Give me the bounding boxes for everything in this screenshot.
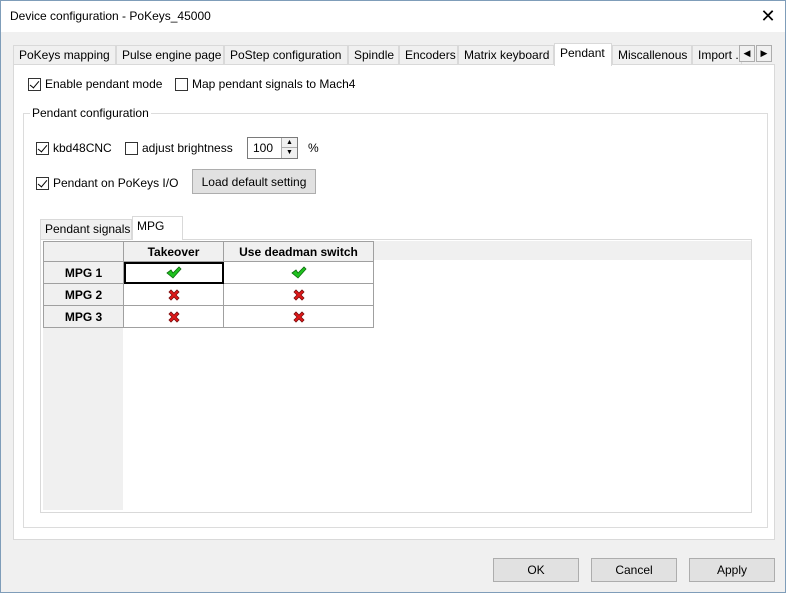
tab-encoders[interactable]: Encoders bbox=[399, 45, 458, 65]
takeover-cell-mpg-1[interactable] bbox=[123, 261, 224, 284]
cross-icon bbox=[167, 311, 180, 323]
close-icon: ✕ bbox=[760, 6, 776, 26]
check-icon bbox=[290, 266, 307, 279]
brightness-value[interactable]: 100 bbox=[253, 141, 273, 155]
checkbox-box[interactable] bbox=[28, 77, 41, 91]
group-title: Pendant configuration bbox=[30, 106, 151, 120]
column-header-use-deadman-switch[interactable]: Use deadman switch bbox=[223, 241, 374, 262]
chevron-right-icon: ▶ bbox=[760, 48, 768, 58]
tab-scroll-left-button[interactable]: ◀ bbox=[739, 45, 755, 62]
deadman-cell-mpg-2[interactable] bbox=[223, 283, 374, 306]
pendant-tab-panel: Enable pendant mode Map pendant signals … bbox=[13, 64, 775, 540]
table-header-row: Takeover Use deadman switch bbox=[43, 241, 374, 262]
table-row: MPG 1 bbox=[43, 261, 374, 284]
map-mach4-label: Map pendant signals to Mach4 bbox=[192, 77, 356, 91]
table-corner bbox=[43, 241, 124, 262]
arrow-up-icon: ▲ bbox=[286, 139, 293, 146]
adjust-brightness-label: adjust brightness bbox=[142, 141, 233, 155]
cancel-button[interactable]: Cancel bbox=[591, 558, 677, 582]
check-icon bbox=[165, 266, 182, 279]
mpg-panel: Takeover Use deadman switch MPG 1 MPG 2 … bbox=[40, 239, 752, 513]
brightness-stepper[interactable]: 100 ▲ ▼ bbox=[247, 137, 298, 159]
tab-mpg[interactable]: MPG bbox=[132, 216, 183, 240]
checkbox-box[interactable] bbox=[36, 176, 49, 190]
device-configuration-window: Device configuration - PoKeys_45000 ✕ Po… bbox=[0, 0, 786, 593]
chevron-left-icon: ◀ bbox=[743, 48, 751, 58]
enable-pendant-checkbox[interactable]: Enable pendant mode bbox=[28, 77, 162, 91]
main-tab-strip: PoKeys mapping Pulse engine page PoStep … bbox=[13, 43, 775, 66]
tab-matrix-keyboard[interactable]: Matrix keyboard bbox=[458, 45, 554, 65]
kbd48cnc-label: kbd48CNC bbox=[53, 141, 112, 155]
apply-button[interactable]: Apply bbox=[689, 558, 775, 582]
pendant-on-pokeys-io-checkbox[interactable]: Pendant on PoKeys I/O bbox=[36, 176, 178, 190]
kbd48cnc-checkbox[interactable]: kbd48CNC bbox=[36, 141, 112, 155]
tab-spindle[interactable]: Spindle bbox=[348, 45, 399, 65]
pendant-on-pokeys-io-label: Pendant on PoKeys I/O bbox=[53, 176, 179, 190]
arrow-down-icon: ▼ bbox=[286, 149, 293, 156]
enable-pendant-label: Enable pendant mode bbox=[45, 77, 163, 91]
deadman-cell-mpg-3[interactable] bbox=[223, 305, 374, 328]
deadman-cell-mpg-1[interactable] bbox=[223, 261, 374, 284]
mpg-table: Takeover Use deadman switch MPG 1 MPG 2 … bbox=[43, 241, 374, 328]
close-button[interactable]: ✕ bbox=[751, 1, 785, 32]
checkbox-box[interactable] bbox=[125, 141, 138, 155]
column-header-takeover[interactable]: Takeover bbox=[123, 241, 224, 262]
tab-miscallenous[interactable]: Miscallenous bbox=[612, 45, 692, 65]
title-bar: Device configuration - PoKeys_45000 ✕ bbox=[1, 1, 785, 32]
mpg-grid: Takeover Use deadman switch MPG 1 MPG 2 … bbox=[43, 241, 751, 510]
tab-import[interactable]: Import ... bbox=[692, 45, 742, 65]
map-mach4-checkbox[interactable]: Map pendant signals to Mach4 bbox=[175, 77, 355, 91]
percent-label: % bbox=[308, 141, 319, 155]
row-header-mpg-1[interactable]: MPG 1 bbox=[43, 261, 124, 284]
row-header-mpg-2[interactable]: MPG 2 bbox=[43, 283, 124, 306]
row-header-mpg-3[interactable]: MPG 3 bbox=[43, 305, 124, 328]
checkbox-box[interactable] bbox=[36, 141, 49, 155]
table-row: MPG 3 bbox=[43, 305, 374, 328]
takeover-cell-mpg-2[interactable] bbox=[123, 283, 224, 306]
cross-icon bbox=[167, 289, 180, 301]
cross-icon bbox=[292, 311, 305, 323]
tab-pendant[interactable]: Pendant bbox=[554, 43, 612, 66]
load-default-setting-button[interactable]: Load default setting bbox=[192, 169, 316, 194]
stepper-up-button[interactable]: ▲ bbox=[281, 138, 297, 148]
adjust-brightness-checkbox[interactable]: adjust brightness bbox=[125, 141, 233, 155]
cross-icon bbox=[292, 289, 305, 301]
stepper-down-button[interactable]: ▼ bbox=[281, 148, 297, 158]
tab-pendant-signals[interactable]: Pendant signals bbox=[40, 219, 132, 239]
ok-button[interactable]: OK bbox=[493, 558, 579, 582]
tab-pokeys-mapping[interactable]: PoKeys mapping bbox=[13, 45, 116, 65]
takeover-cell-mpg-3[interactable] bbox=[123, 305, 224, 328]
tab-scroll-right-button[interactable]: ▶ bbox=[756, 45, 772, 62]
sub-tab-strip: Pendant signals MPG bbox=[40, 216, 240, 240]
table-row: MPG 2 bbox=[43, 283, 374, 306]
tab-pulse-engine-page[interactable]: Pulse engine page bbox=[116, 45, 224, 65]
tab-postep-configuration[interactable]: PoStep configuration bbox=[224, 45, 348, 65]
window-title: Device configuration - PoKeys_45000 bbox=[10, 9, 211, 23]
checkbox-box[interactable] bbox=[175, 77, 188, 91]
